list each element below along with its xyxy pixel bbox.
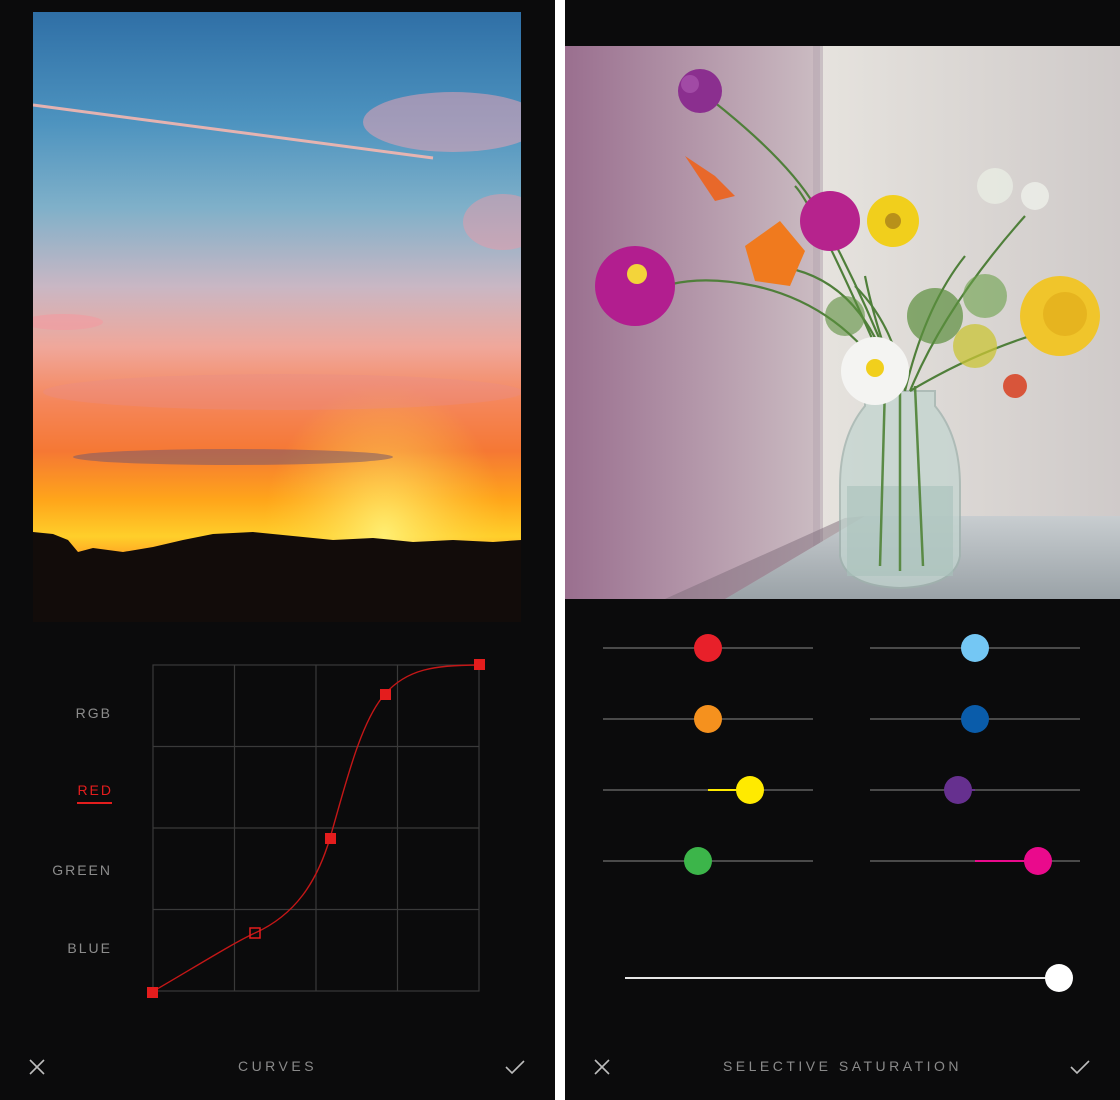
saturation-bottom-bar: SELECTIVE SATURATION — [565, 1045, 1120, 1089]
saturation-slider-orange[interactable] — [603, 704, 813, 734]
curve-point[interactable] — [380, 689, 391, 700]
slider-knob-red[interactable] — [694, 634, 722, 662]
slider-knob-orange[interactable] — [694, 705, 722, 733]
master-slider-track[interactable] — [625, 977, 1059, 979]
checkmark-icon[interactable] — [1069, 1056, 1091, 1078]
sunset-photo — [33, 12, 521, 622]
selective-saturation-screen: SELECTIVE SATURATION — [565, 0, 1120, 1100]
tool-title: CURVES — [237, 1058, 318, 1074]
saturation-slider-purple[interactable] — [870, 775, 1080, 805]
curves-bottom-bar: CURVES — [0, 1045, 555, 1089]
channel-green-tab[interactable]: GREEN — [52, 862, 112, 878]
slider-knob-magenta[interactable] — [1024, 847, 1052, 875]
saturation-slider-blue[interactable] — [870, 704, 1080, 734]
slider-knob-purple[interactable] — [944, 776, 973, 804]
flowers-photo — [565, 46, 1120, 599]
curves-grid — [152, 664, 480, 992]
saturation-slider-light-blue[interactable] — [870, 633, 1080, 663]
slider-knob-green[interactable] — [683, 847, 712, 875]
slider-knob-light-blue[interactable] — [961, 634, 989, 662]
channel-rgb-tab[interactable]: RGB — [76, 705, 112, 721]
curves-graph[interactable] — [145, 657, 487, 999]
channel-red-tab[interactable]: RED — [77, 782, 113, 804]
curve-point[interactable] — [325, 833, 336, 844]
saturation-slider-magenta[interactable] — [870, 846, 1080, 876]
slider-track[interactable] — [870, 789, 1080, 791]
curves-screen: RGB RED GREEN BLUE CURVES — [0, 0, 555, 1100]
curve-point[interactable] — [474, 659, 485, 670]
slider-knob-yellow[interactable] — [736, 776, 764, 804]
master-slider-knob[interactable] — [1045, 964, 1073, 992]
saturation-slider-red[interactable] — [603, 633, 813, 663]
curve-point[interactable] — [147, 987, 158, 998]
slider-knob-blue[interactable] — [961, 705, 989, 733]
saturation-slider-yellow[interactable] — [603, 775, 813, 805]
master-saturation-slider[interactable] — [625, 963, 1073, 993]
saturation-slider-green[interactable] — [603, 846, 813, 876]
checkmark-icon[interactable] — [504, 1056, 526, 1078]
tool-title: SELECTIVE SATURATION — [722, 1058, 963, 1074]
channel-blue-tab[interactable]: BLUE — [67, 940, 112, 956]
